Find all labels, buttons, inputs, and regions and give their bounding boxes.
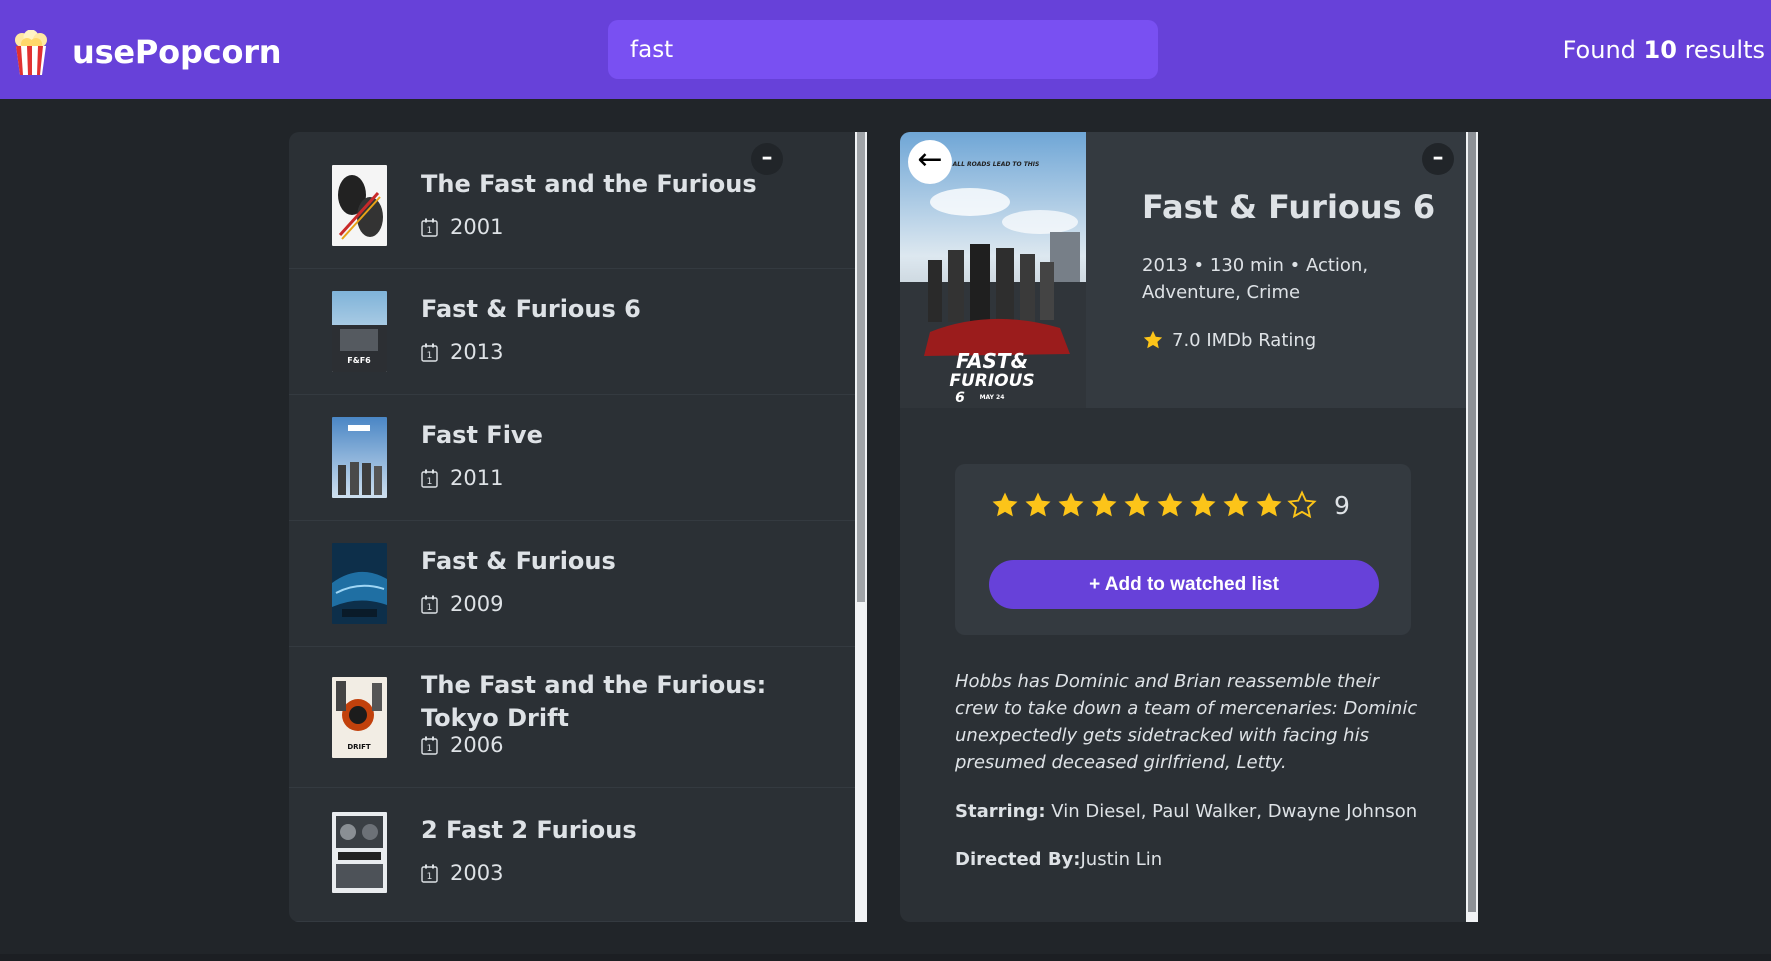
svg-text:1: 1 <box>427 744 433 754</box>
movie-year-line: 1 2006 <box>421 733 503 757</box>
search-input[interactable] <box>608 20 1158 79</box>
svg-text:1: 1 <box>427 477 433 487</box>
starring-label: Starring: <box>955 801 1046 822</box>
svg-text:F&F6: F&F6 <box>347 356 371 365</box>
movie-starring: Starring: Vin Diesel, Paul Walker, Dwayn… <box>955 801 1445 822</box>
calendar-icon: 1 <box>421 218 438 237</box>
imdb-rating-text: 7.0 IMDb Rating <box>1172 329 1317 351</box>
svg-text:1: 1 <box>427 226 433 236</box>
calendar-icon: 1 <box>421 864 438 883</box>
calendar-icon: 1 <box>421 736 438 755</box>
svg-text:1: 1 <box>427 603 433 613</box>
movie-list-item[interactable]: The Fast and the Furious 1 2001 <box>289 132 867 269</box>
director-value: Justin Lin <box>1080 849 1163 870</box>
movie-plot: Hobbs has Dominic and Brian reassemble t… <box>955 671 1418 773</box>
star-filled-icon[interactable] <box>1188 490 1218 520</box>
star-filled-icon[interactable] <box>1089 490 1119 520</box>
movie-poster <box>332 417 387 498</box>
movie-year-line: 1 2001 <box>421 215 503 239</box>
star-filled-icon[interactable] <box>1122 490 1152 520</box>
movie-list-item[interactable]: DRIFT The Fast and the Furious: Tokyo Dr… <box>289 647 867 788</box>
star-filled-icon[interactable] <box>1155 490 1185 520</box>
movie-title: The Fast and the Furious: Tokyo Drift <box>421 671 767 732</box>
movie-director: Directed By:Justin Lin <box>955 849 1162 870</box>
results-prefix: Found <box>1562 36 1636 64</box>
results-count: Found 10 results <box>1563 36 1765 64</box>
nav-bar: usePopcorn Found 10 results <box>0 0 1771 99</box>
movie-poster: F&F6 <box>332 291 387 372</box>
details-header: ALL ROADS LEAD TO THIS FAST& FURIOUS 6 M… <box>900 132 1478 408</box>
star-rating-value: 9 <box>1334 490 1350 520</box>
movie-year-line: 1 2003 <box>421 861 503 885</box>
movie-poster <box>332 543 387 624</box>
page-bottom-edge <box>0 954 1771 961</box>
movie-poster: DRIFT <box>332 677 387 758</box>
star-icon <box>1143 330 1163 349</box>
details-collapse-button[interactable]: – <box>1422 143 1454 175</box>
movie-list-item[interactable]: Fast & Furious 1 2009 <box>289 521 867 647</box>
back-button[interactable]: ← <box>908 140 952 184</box>
director-label: Directed By: <box>955 849 1081 870</box>
svg-text:DRIFT: DRIFT <box>347 743 371 751</box>
details-meta: 2013 • 130 min • Action, Adventure, Crim… <box>1142 255 1369 303</box>
imdb-rating: 7.0 IMDb Rating <box>1142 329 1316 351</box>
star-filled-icon[interactable] <box>990 490 1020 520</box>
movie-list-item[interactable]: Fast Five 1 2011 <box>289 395 867 521</box>
add-to-watched-button[interactable]: + Add to watched list <box>989 560 1379 609</box>
star-filled-icon[interactable] <box>1254 490 1284 520</box>
details-scrollbar[interactable] <box>1466 132 1478 922</box>
app-logo-text: usePopcorn <box>72 33 282 71</box>
movie-title: Fast Five <box>421 421 543 449</box>
poster-logo-line1: FAST& <box>956 349 1028 373</box>
movie-list-item[interactable]: 2 Fast 2 Furious 1 2003 <box>289 788 867 922</box>
movie-year: 2013 <box>450 340 504 364</box>
movie-poster <box>332 165 387 246</box>
poster-tagline: ALL ROADS LEAD TO THIS <box>952 161 1040 168</box>
results-suffix: results <box>1684 36 1765 64</box>
star-filled-icon[interactable] <box>1023 490 1053 520</box>
movie-year-line: 1 2013 <box>421 340 503 364</box>
movie-year: 2001 <box>450 215 504 239</box>
movie-year: 2011 <box>450 466 504 490</box>
poster-logo-number: 6 <box>955 390 965 406</box>
movie-title: 2 Fast 2 Furious <box>421 816 637 844</box>
list-scrollbar-thumb[interactable] <box>857 132 865 602</box>
details-title: Fast & Furious 6 <box>1142 188 1436 226</box>
movie-poster <box>332 812 387 893</box>
star-filled-icon[interactable] <box>1056 490 1086 520</box>
movie-year-line: 1 2011 <box>421 466 503 490</box>
movie-title: Fast & Furious 6 <box>421 295 641 323</box>
results-number: 10 <box>1643 36 1677 64</box>
poster-logo-line2: FURIOUS <box>949 371 1034 391</box>
movie-title: Fast & Furious <box>421 547 616 575</box>
movie-year-line: 1 2009 <box>421 592 503 616</box>
movie-title: The Fast and the Furious <box>421 170 757 198</box>
movie-year: 2003 <box>450 861 504 885</box>
calendar-icon: 1 <box>421 595 438 614</box>
starring-value: Vin Diesel, Paul Walker, Dwayne Johnson <box>1051 801 1418 822</box>
movie-list-box: – The Fast and the Furious 1 2001 F&F6 F… <box>289 132 867 922</box>
star-filled-icon[interactable] <box>1221 490 1251 520</box>
user-rating-card: 9 + Add to watched list <box>955 464 1411 635</box>
calendar-icon: 1 <box>421 469 438 488</box>
movie-year: 2006 <box>450 733 504 757</box>
list-scrollbar[interactable] <box>855 132 867 922</box>
popcorn-icon <box>15 30 47 75</box>
movie-list-item[interactable]: F&F6 Fast & Furious 6 1 2013 <box>289 269 867 395</box>
star-empty-icon[interactable] <box>1287 490 1317 520</box>
details-scrollbar-thumb[interactable] <box>1468 132 1476 912</box>
svg-text:1: 1 <box>427 351 433 361</box>
calendar-icon: 1 <box>421 343 438 362</box>
movie-details-box: ALL ROADS LEAD TO THIS FAST& FURIOUS 6 M… <box>900 132 1478 922</box>
star-rating: 9 <box>990 490 1350 520</box>
movie-year: 2009 <box>450 592 504 616</box>
svg-text:1: 1 <box>427 872 433 882</box>
poster-date: MAY 24 <box>980 394 1005 401</box>
